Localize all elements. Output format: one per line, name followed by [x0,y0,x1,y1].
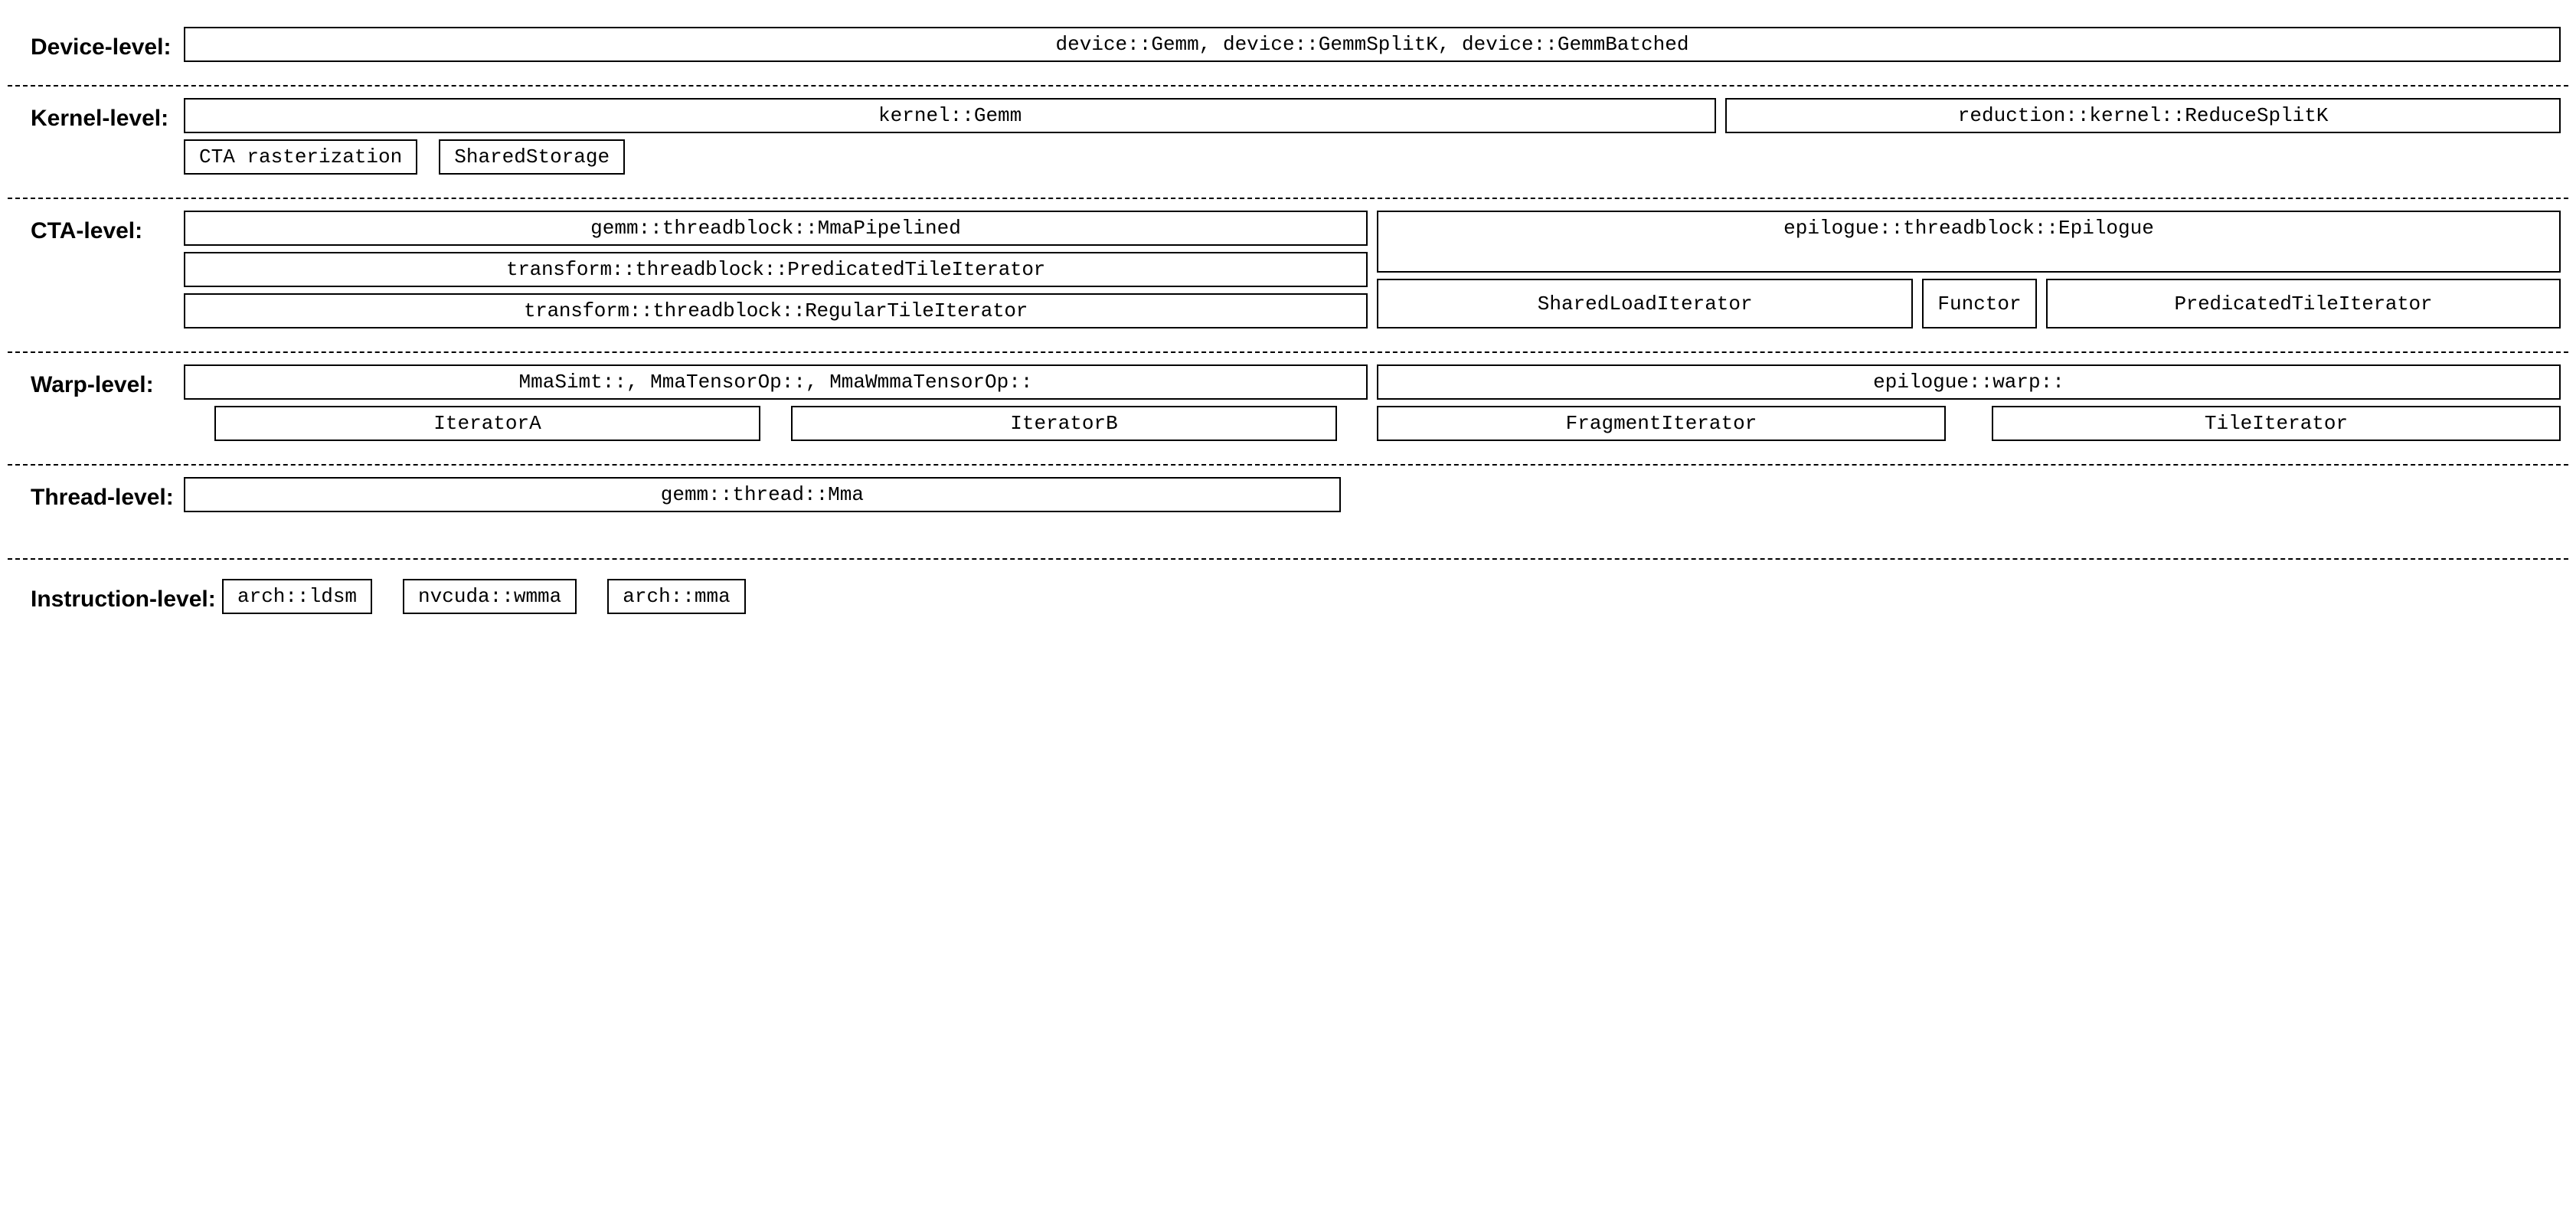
cta-right-column: epilogue::threadblock::Epilogue SharedLo… [1377,211,2561,328]
instruction-level-label: Instruction-level: [8,579,222,613]
mma-ops-box: MmaSimt::, MmaTensorOp::, MmaWmmaTensorO… [184,364,1368,400]
regular-tile-iterator-box: transform::threadblock::RegularTileItera… [184,293,1368,328]
fragment-iterator-box: FragmentIterator [1377,406,1946,441]
shared-load-iterator-box: SharedLoadIterator [1377,279,1913,328]
shared-storage-box: SharedStorage [439,139,625,175]
thread-level-row: Thread-level: gemm::thread::Mma [8,466,2568,560]
cta-level-row: CTA-level: gemm::threadblock::MmaPipelin… [8,199,2568,353]
cta-level-label: CTA-level: [8,211,184,244]
warp-level-label: Warp-level: [8,364,184,398]
device-gemm-box: device::Gemm, device::GemmSplitK, device… [184,27,2561,62]
device-level-row: Device-level: device::Gemm, device::Gemm… [8,15,2568,87]
tile-iterator-box: TileIterator [1992,406,2561,441]
warp-left-column: MmaSimt::, MmaTensorOp::, MmaWmmaTensorO… [184,364,1368,441]
kernel-reduce-box: reduction::kernel::ReduceSplitK [1725,98,2561,133]
arch-mma-box: arch::mma [607,579,745,614]
kernel-level-row: Kernel-level: kernel::Gemm reduction::ke… [8,87,2568,199]
cta-left-column: gemm::threadblock::MmaPipelined transfor… [184,211,1368,328]
gemm-thread-mma-box: gemm::thread::Mma [184,477,1341,512]
warp-level-content: MmaSimt::, MmaTensorOp::, MmaWmmaTensorO… [184,364,2568,441]
warp-right-column: epilogue::warp:: FragmentIterator TileIt… [1377,364,2561,441]
kernel-level-content: kernel::Gemm reduction::kernel::ReduceSp… [184,98,2568,175]
nvcuda-wmma-box: nvcuda::wmma [403,579,577,614]
arch-ldsm-box: arch::ldsm [222,579,372,614]
device-level-content: device::Gemm, device::GemmSplitK, device… [184,27,2568,62]
device-level-label: Device-level: [8,27,184,60]
hierarchy-diagram: Device-level: device::Gemm, device::Gemm… [8,15,2568,637]
kernel-gemm-box: kernel::Gemm [184,98,1716,133]
cta-level-content: gemm::threadblock::MmaPipelined transfor… [184,211,2568,328]
iterator-b-box: IteratorB [791,406,1337,441]
cta-rasterization-box: CTA rasterization [184,139,417,175]
thread-level-label: Thread-level: [8,477,184,511]
mma-pipelined-box: gemm::threadblock::MmaPipelined [184,211,1368,246]
epilogue-threadblock-box: epilogue::threadblock::Epilogue [1377,211,2561,273]
epilogue-warp-box: epilogue::warp:: [1377,364,2561,400]
kernel-level-label: Kernel-level: [8,98,184,132]
iterator-a-box: IteratorA [214,406,760,441]
instruction-level-row: Instruction-level: arch::ldsm nvcuda::wm… [8,560,2568,637]
instruction-level-content: arch::ldsm nvcuda::wmma arch::mma [222,579,2568,614]
thread-level-content: gemm::thread::Mma [184,477,2568,512]
predicated-tile-iterator-right-box: PredicatedTileIterator [2046,279,2561,328]
predicated-tile-iterator-box: transform::threadblock::PredicatedTileIt… [184,252,1368,287]
warp-level-row: Warp-level: MmaSimt::, MmaTensorOp::, Mm… [8,353,2568,466]
functor-box: Functor [1922,279,2036,328]
